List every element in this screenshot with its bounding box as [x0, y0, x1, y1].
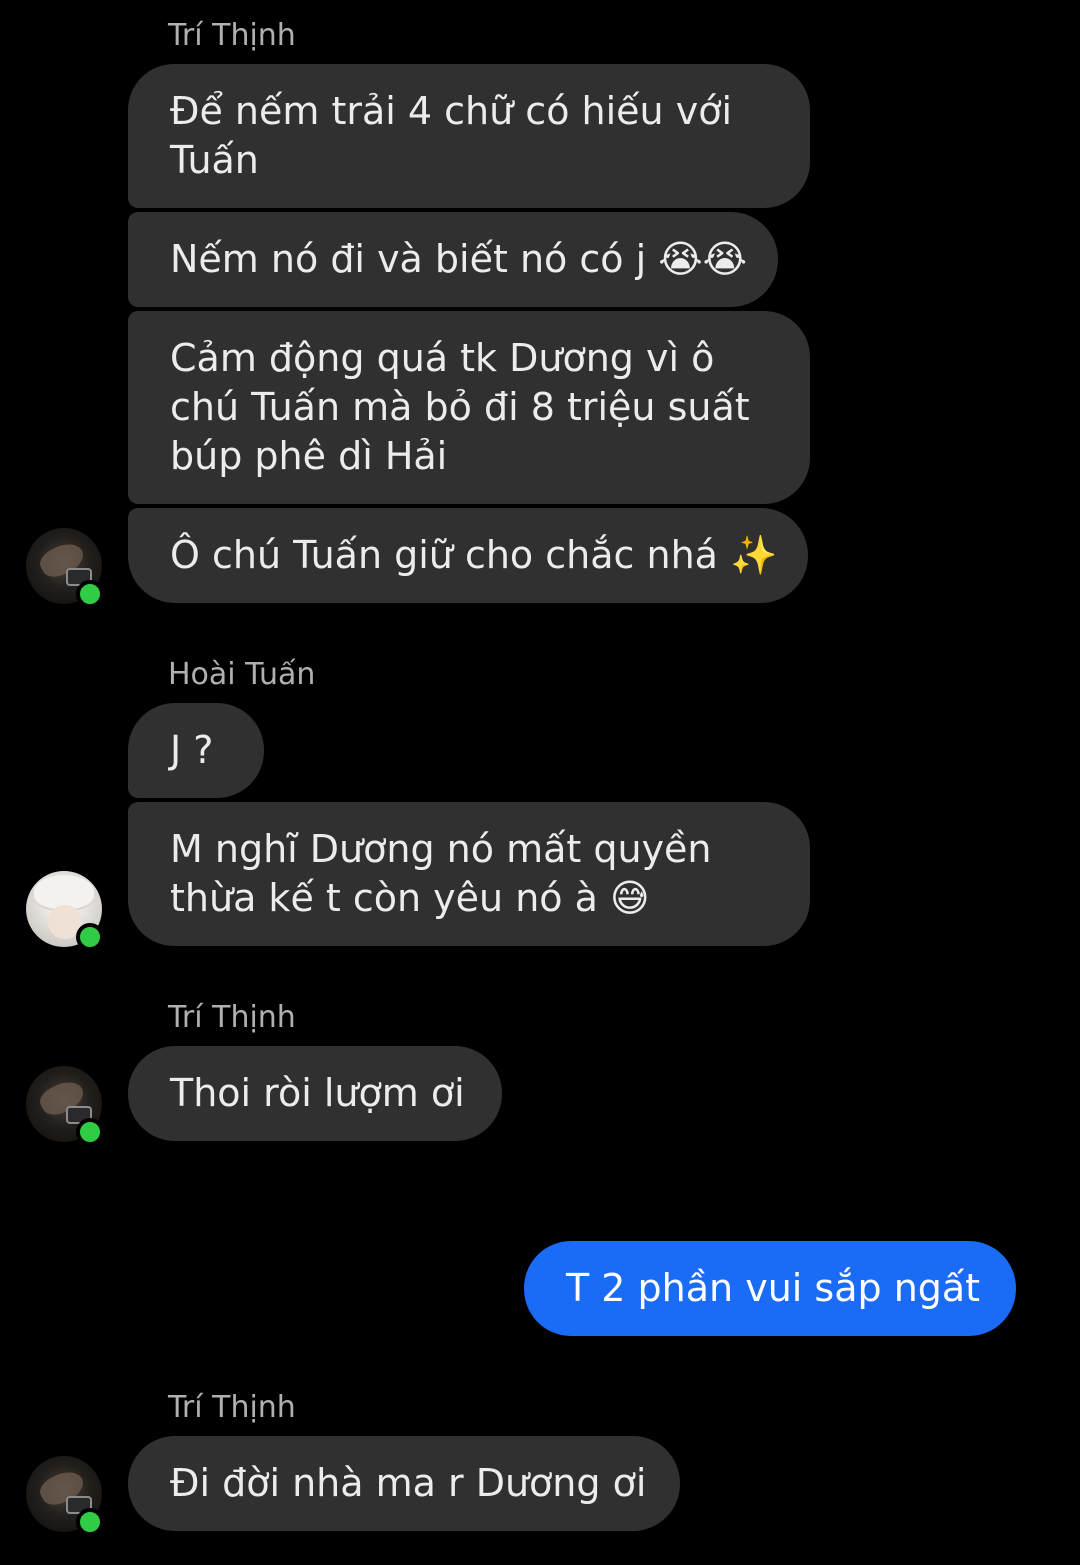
message-bubble[interactable]: Đi đời nhà ma r Dương ơi — [128, 1436, 680, 1531]
message-text-line: chú Tuấn mà bỏ đi 8 triệu suất — [170, 385, 750, 429]
message-text-line: T 2 phần vui sắp ngất — [566, 1266, 981, 1310]
online-status-dot — [76, 923, 104, 951]
message-text-line: thừa kế t còn yêu nó à 😅 — [170, 876, 650, 920]
message-text-line: Để nếm trải 4 chữ có hiếu với — [170, 89, 733, 133]
message-text-line: M nghĩ Dương nó mất quyền — [170, 827, 712, 871]
message-bubble[interactable]: Cảm động quá tk Dương vì ô chú Tuấn mà b… — [128, 311, 810, 504]
message-text-line: Tuấn — [170, 138, 259, 182]
sender-name: Trí Thịnh — [168, 18, 296, 53]
sender-name: Hoài Tuấn — [168, 657, 316, 692]
message-bubble[interactable]: Thoi ròi lượm ơi — [128, 1046, 502, 1141]
message-bubble[interactable]: Nếm nó đi và biết nó có j 😭😭 — [128, 212, 778, 307]
online-status-dot — [76, 580, 104, 608]
message-text-line: Nếm nó đi và biết nó có j 😭😭 — [170, 237, 748, 281]
message-bubble[interactable]: Để nếm trải 4 chữ có hiếu với Tuấn — [128, 64, 810, 208]
online-status-dot — [76, 1118, 104, 1146]
avatar[interactable] — [26, 1066, 104, 1146]
message-bubble-outgoing[interactable]: T 2 phần vui sắp ngất — [524, 1241, 1016, 1336]
message-bubble[interactable]: M nghĩ Dương nó mất quyền thừa kế t còn … — [128, 802, 810, 946]
message-text-line: Đi đời nhà ma r Dương ơi — [170, 1461, 647, 1505]
message-text-line: J ? — [170, 728, 214, 772]
message-text-line: búp phê dì Hải — [170, 434, 448, 478]
online-status-dot — [76, 1508, 104, 1536]
avatar[interactable] — [26, 871, 104, 951]
message-text-line: Thoi ròi lượm ơi — [170, 1071, 465, 1115]
sender-name: Trí Thịnh — [168, 1390, 296, 1425]
message-text-line: Ô chú Tuấn giữ cho chắc nhá ✨ — [170, 533, 778, 577]
sender-name: Trí Thịnh — [168, 1000, 296, 1035]
message-bubble[interactable]: J ? — [128, 703, 264, 798]
message-bubble[interactable]: Ô chú Tuấn giữ cho chắc nhá ✨ — [128, 508, 808, 603]
avatar[interactable] — [26, 528, 104, 608]
message-text-line: Cảm động quá tk Dương vì ô — [170, 336, 715, 380]
avatar[interactable] — [26, 1456, 104, 1536]
